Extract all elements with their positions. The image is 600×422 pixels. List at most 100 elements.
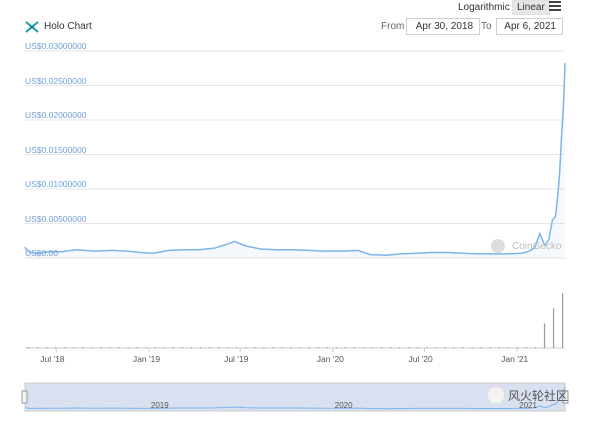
price-point <box>357 249 359 252</box>
navigator-year-label: 2020 <box>334 401 353 410</box>
y-tick-label: US$0.02000000 <box>25 110 87 120</box>
price-point <box>507 253 510 255</box>
volume-bar <box>444 347 446 348</box>
price-point <box>369 253 371 256</box>
price-point <box>563 91 565 93</box>
volume-bar <box>362 347 365 348</box>
x-tick-label: Jul '18 <box>40 354 65 364</box>
volume-bar <box>525 347 527 348</box>
volume-bar <box>489 347 491 348</box>
price-point <box>233 240 236 243</box>
volume-bar <box>281 347 283 348</box>
price-point <box>168 249 170 252</box>
price-point <box>446 251 448 254</box>
volume-bar <box>353 347 356 348</box>
volume-bar <box>73 347 75 348</box>
volume-bar <box>462 347 464 348</box>
volume-bar <box>245 347 247 348</box>
price-point <box>244 244 246 247</box>
price-point <box>462 252 464 254</box>
price-point <box>400 253 402 255</box>
volume-bar <box>326 347 328 348</box>
price-point <box>521 252 523 254</box>
volume-bar <box>417 347 419 348</box>
price-point <box>308 249 310 252</box>
volume-bar <box>308 347 310 348</box>
volume-bar <box>109 347 111 348</box>
volume-bar <box>562 293 564 348</box>
volume-bar <box>399 347 401 348</box>
volume-bar <box>172 347 175 348</box>
volume-bar <box>426 347 428 348</box>
price-point <box>259 248 261 250</box>
price-point <box>93 250 96 252</box>
price-point <box>182 249 184 251</box>
volume-bar <box>534 347 537 348</box>
y-tick-label: US$0.03000000 <box>25 41 87 51</box>
y-tick-label: US$0.01500000 <box>25 144 87 155</box>
price-point <box>562 112 564 114</box>
volume-bar <box>55 347 57 348</box>
volume-bar <box>209 347 211 348</box>
volume-bar <box>507 347 509 348</box>
price-point <box>341 250 343 252</box>
volume-bar <box>371 347 374 348</box>
volume-bar <box>127 347 129 348</box>
volume-bar <box>299 347 301 348</box>
volume-bar <box>317 347 319 348</box>
volume-bar <box>543 323 546 348</box>
volume-bar <box>190 347 193 348</box>
volume-bar <box>480 347 482 348</box>
price-area <box>25 63 565 259</box>
volume-bar <box>218 347 220 348</box>
volume-bar <box>390 347 392 348</box>
price-point <box>152 252 155 254</box>
price-point <box>323 250 325 252</box>
volume-bar <box>552 308 555 348</box>
price-point <box>560 136 563 138</box>
y-tick-label: US$0.00 <box>25 248 59 258</box>
price-point <box>556 198 559 200</box>
price-point <box>111 249 113 252</box>
volume-bar <box>227 347 229 348</box>
price-point <box>548 238 550 240</box>
volume-bar <box>91 347 93 348</box>
price-point <box>551 219 554 221</box>
volume-bar <box>272 347 274 348</box>
navigator-selection <box>24 382 566 412</box>
coingecko-logo-icon <box>491 239 505 253</box>
x-tick-label: Jul '20 <box>408 354 433 364</box>
navigator-left-handle[interactable] <box>21 390 28 404</box>
x-tick-label: Jan '21 <box>501 354 529 364</box>
x-tick-label: Jul '19 <box>224 354 249 364</box>
price-point <box>275 249 277 251</box>
volume-bar <box>163 347 165 348</box>
watermark-text: 风火轮社区 <box>508 389 569 403</box>
volume-bar <box>254 347 256 348</box>
price-point <box>564 62 566 65</box>
volume-bar <box>408 347 410 348</box>
volume-bar <box>236 347 238 348</box>
price-point <box>75 249 77 251</box>
price-point <box>492 253 495 255</box>
volume-bar <box>263 347 265 348</box>
volume-bar <box>498 347 500 348</box>
volume-bar <box>28 347 30 348</box>
price-point <box>430 251 433 254</box>
volume-bar <box>516 347 518 348</box>
price-point <box>224 244 226 246</box>
x-tick-label: Jan '19 <box>132 354 161 364</box>
price-line <box>24 63 566 256</box>
volume-bar <box>100 347 102 348</box>
volume-bar <box>471 347 473 348</box>
volume-bar <box>181 347 184 348</box>
volume-bar <box>64 347 66 348</box>
price-point <box>213 247 215 249</box>
volume-bar <box>82 347 84 348</box>
volume-bar <box>46 347 48 348</box>
price-point <box>292 249 295 251</box>
price-point <box>558 174 561 176</box>
volume-bar <box>118 347 120 348</box>
price-point <box>198 249 200 251</box>
volume-bar <box>290 347 292 348</box>
